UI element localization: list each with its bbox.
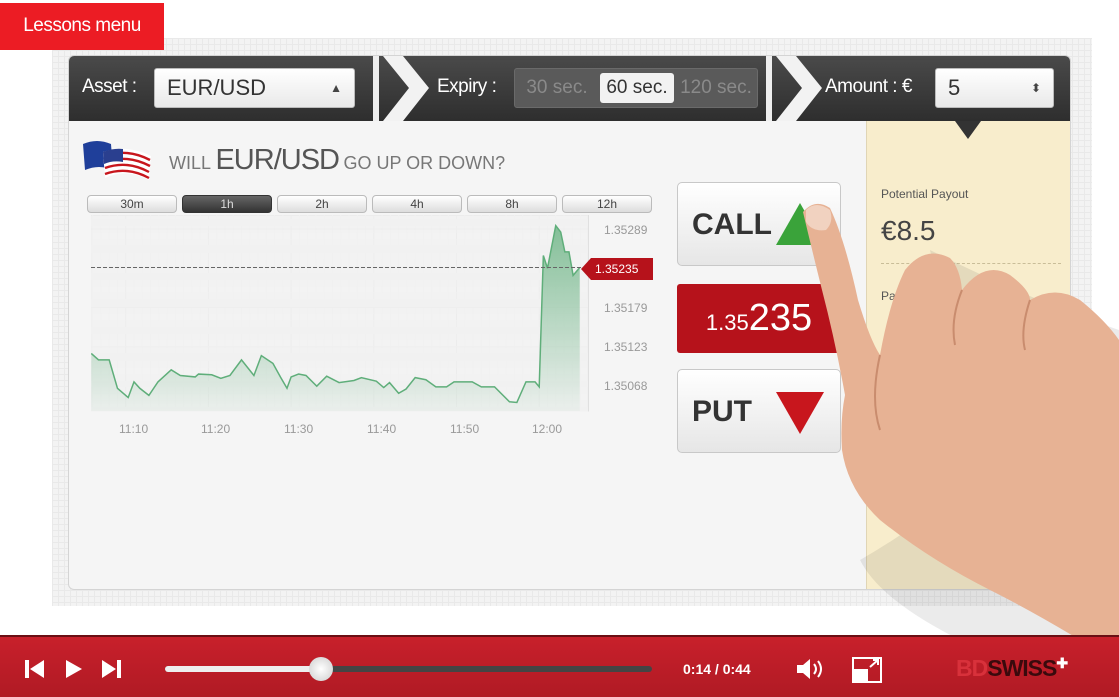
time-display: 0:14 / 0:44 <box>683 661 751 677</box>
video-player-controls: 0:14 / 0:44 BDSWISS✚ <box>0 635 1119 697</box>
play-icon[interactable] <box>64 659 84 679</box>
progress-handle[interactable] <box>308 657 333 681</box>
progress-fill <box>165 666 321 672</box>
bdswiss-logo: BDSWISS✚ <box>956 655 1068 681</box>
previous-icon[interactable] <box>24 659 46 679</box>
hand-illustration <box>803 203 1119 641</box>
progress-bar[interactable] <box>165 657 652 681</box>
volume-icon[interactable] <box>796 657 826 681</box>
fullscreen-icon[interactable] <box>852 657 882 683</box>
next-icon[interactable] <box>100 659 122 679</box>
